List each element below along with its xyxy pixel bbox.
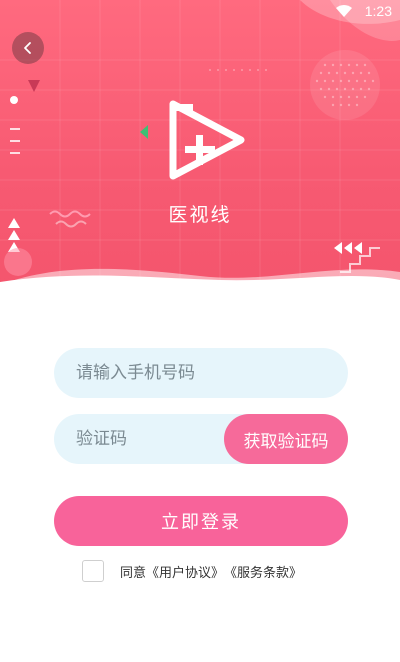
header-banner: 1:23 医视线 (0, 0, 400, 290)
app-logo-icon (169, 100, 245, 180)
phone-field[interactable] (54, 348, 348, 398)
back-button[interactable] (12, 32, 44, 64)
phone-input[interactable] (54, 348, 348, 398)
chevron-left-icon (24, 42, 31, 54)
user-agreement-link[interactable]: 《用户协议》 (146, 562, 224, 581)
agreement-row: 同意 《用户协议》 《服务条款》 (82, 560, 302, 582)
wifi-icon (336, 5, 352, 17)
app-name: 医视线 (168, 204, 232, 226)
service-terms-link[interactable]: 《服务条款》 (224, 562, 302, 581)
verification-code-field[interactable]: 获取验证码 (54, 414, 348, 464)
get-code-button[interactable]: 获取验证码 (224, 414, 348, 464)
agreement-prefix: 同意 (120, 565, 147, 581)
status-time: 1:23 (364, 3, 392, 19)
login-button[interactable]: 立即登录 (54, 496, 348, 546)
agreement-checkbox[interactable] (82, 560, 104, 582)
verification-code-input[interactable] (54, 414, 224, 464)
status-bar: 1:23 (0, 0, 400, 24)
